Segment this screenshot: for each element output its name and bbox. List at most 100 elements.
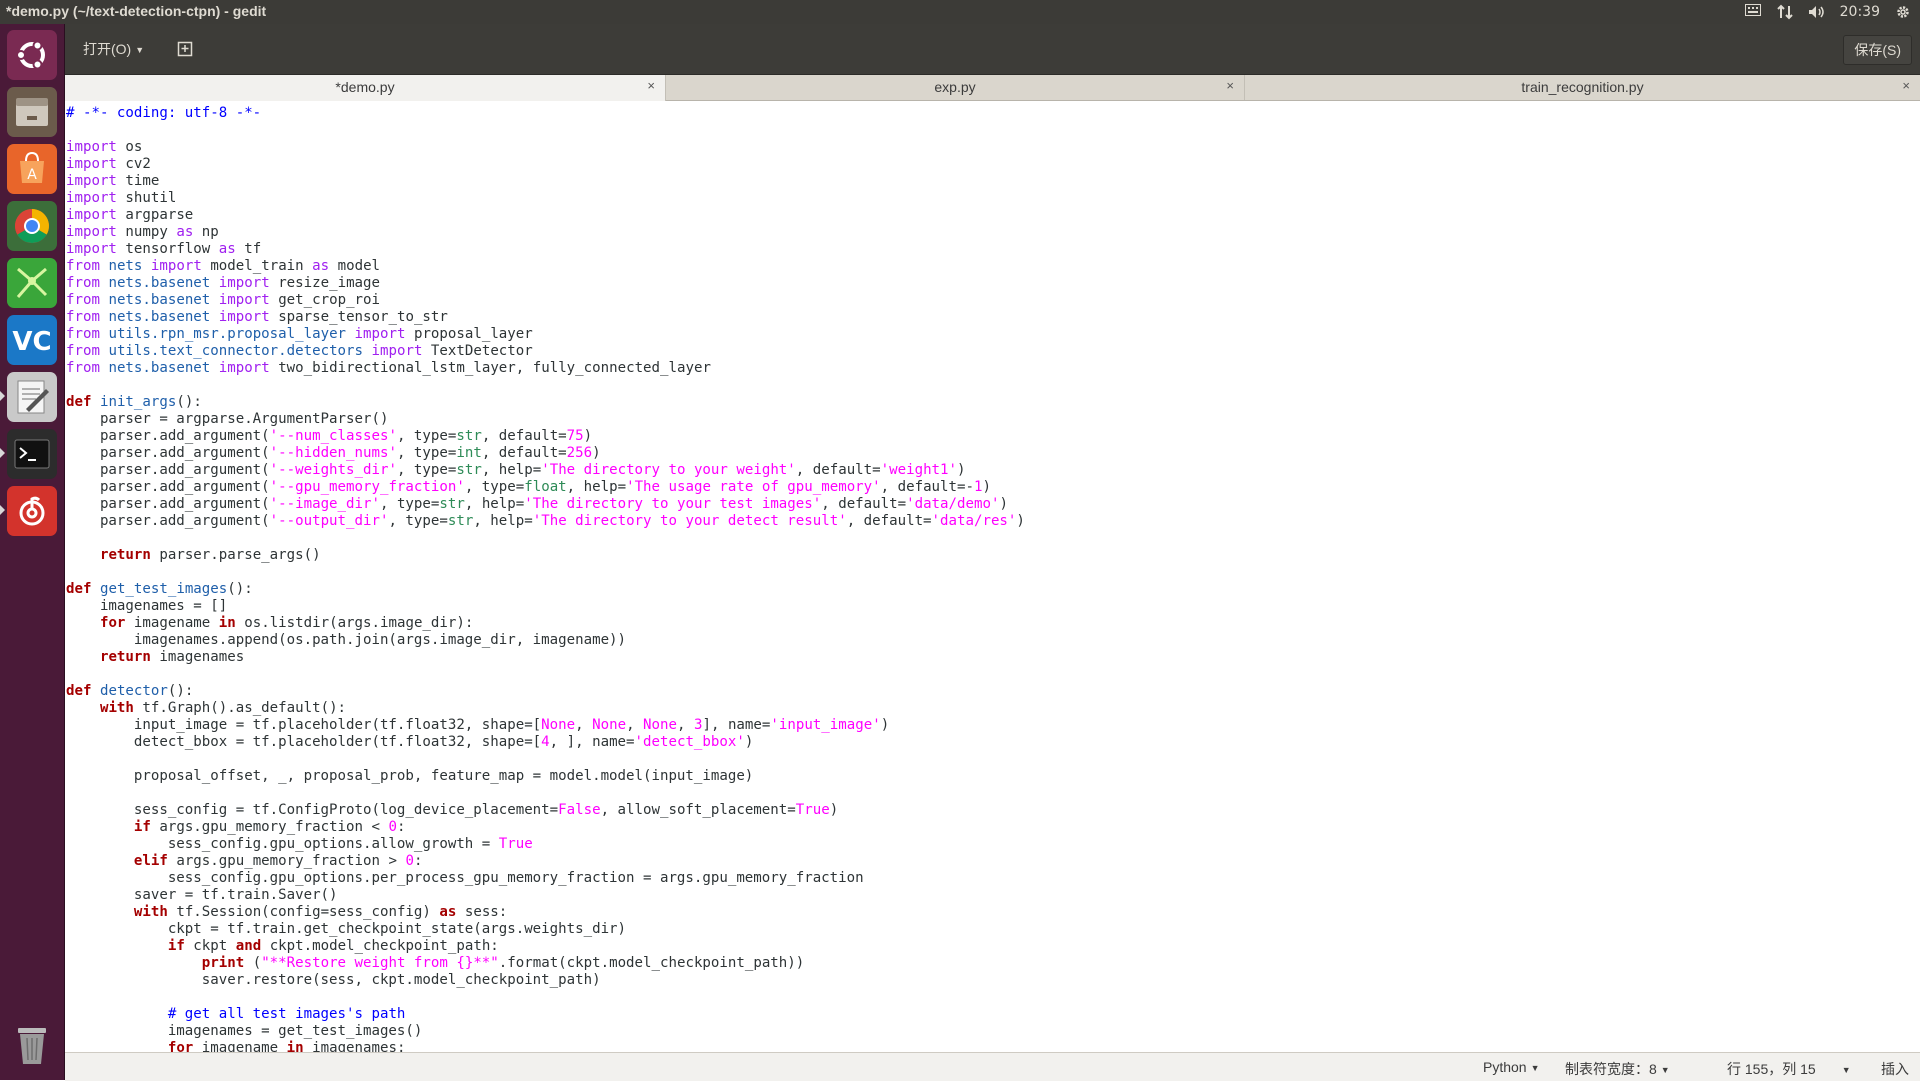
code-line[interactable]: elif args.gpu_memory_fraction > 0: bbox=[66, 853, 423, 869]
trash-icon[interactable] bbox=[7, 1019, 57, 1069]
code-line[interactable]: parser.add_argument('--num_classes', typ… bbox=[66, 428, 592, 444]
save-button[interactable]: 保存(S) bbox=[1843, 35, 1912, 65]
netease-music-icon[interactable] bbox=[7, 486, 57, 536]
launcher: A VC bbox=[0, 24, 65, 1080]
code-line[interactable]: for imagename in imagenames: bbox=[66, 1040, 406, 1052]
chrome-icon[interactable] bbox=[7, 201, 57, 251]
text-editor-icon[interactable] bbox=[7, 372, 57, 422]
svg-text:VC: VC bbox=[12, 327, 51, 357]
code-editor[interactable]: # -*- coding: utf-8 -*- import os import… bbox=[65, 101, 1920, 1052]
code-line[interactable]: from nets.basenet import get_crop_roi bbox=[66, 292, 380, 308]
tab-width-selector[interactable]: 制表符宽度：8 ▼ bbox=[1565, 1059, 1670, 1079]
terminal-icon[interactable] bbox=[7, 429, 57, 479]
code-line[interactable]: import cv2 bbox=[66, 156, 151, 172]
system-gear-icon[interactable] bbox=[1894, 4, 1912, 20]
chevron-down-icon: ▼ bbox=[135, 45, 145, 56]
xmind-icon[interactable] bbox=[7, 258, 57, 308]
files-icon[interactable] bbox=[7, 87, 57, 137]
code-line[interactable]: # -*- coding: utf-8 -*- bbox=[66, 105, 261, 121]
code-line[interactable]: parser.add_argument('--gpu_memory_fracti… bbox=[66, 479, 991, 495]
code-line[interactable]: imagenames = [] bbox=[66, 598, 227, 614]
header-bar: 打开(O) ▼ 保存(S) bbox=[65, 24, 1920, 75]
running-indicator bbox=[0, 391, 5, 401]
running-indicator bbox=[0, 448, 5, 458]
code-text[interactable]: # -*- coding: utf-8 -*- import os import… bbox=[65, 101, 1920, 1052]
top-panel: *demo.py (~/text-detection-ctpn) - gedit… bbox=[0, 0, 1920, 24]
code-line[interactable]: import tensorflow as tf bbox=[66, 241, 261, 257]
code-line[interactable]: import numpy as np bbox=[66, 224, 219, 240]
code-line[interactable]: input_image = tf.placeholder(tf.float32,… bbox=[66, 717, 889, 733]
ubuntu-dash-icon[interactable] bbox=[7, 30, 57, 80]
chevron-down-icon: ▼ bbox=[1530, 1063, 1540, 1074]
code-line[interactable]: with tf.Session(config=sess_config) as s… bbox=[66, 904, 507, 920]
code-line[interactable]: proposal_offset, _, proposal_prob, featu… bbox=[66, 768, 753, 784]
code-line[interactable]: import os bbox=[66, 139, 142, 155]
code-line[interactable]: from nets.basenet import sparse_tensor_t… bbox=[66, 309, 448, 325]
open-button-label: 打开(O) bbox=[83, 41, 132, 57]
code-line[interactable]: saver.restore(sess, ckpt.model_checkpoin… bbox=[66, 972, 601, 988]
tab-label: *demo.py bbox=[335, 79, 395, 95]
tab-label: exp.py bbox=[934, 79, 976, 95]
code-line[interactable]: import shutil bbox=[66, 190, 176, 206]
close-icon[interactable]: × bbox=[1226, 78, 1234, 93]
language-label: Python bbox=[1483, 1059, 1527, 1075]
tab-width-label: 制表符宽度：8 bbox=[1565, 1061, 1657, 1077]
insert-mode[interactable]: 插入 bbox=[1881, 1059, 1909, 1079]
code-line[interactable]: from nets.basenet import resize_image bbox=[66, 275, 380, 291]
code-line[interactable]: from utils.rpn_msr.proposal_layer import… bbox=[66, 326, 533, 342]
code-line[interactable]: return parser.parse_args() bbox=[66, 547, 321, 563]
code-line[interactable]: # get all test images's path bbox=[66, 1006, 406, 1022]
code-line[interactable]: imagenames = get_test_images() bbox=[66, 1023, 423, 1039]
code-line[interactable]: parser.add_argument('--image_dir', type=… bbox=[66, 496, 1008, 512]
clock[interactable]: 20:39 bbox=[1840, 4, 1880, 20]
code-line[interactable]: with tf.Graph().as_default(): bbox=[66, 700, 346, 716]
code-line[interactable]: for imagename in os.listdir(args.image_d… bbox=[66, 615, 473, 631]
tab-demo-py[interactable]: *demo.py × bbox=[65, 75, 666, 101]
tab-exp-py[interactable]: exp.py × bbox=[666, 75, 1245, 100]
language-selector[interactable]: Python ▼ bbox=[1483, 1059, 1540, 1075]
new-document-button[interactable] bbox=[171, 35, 199, 63]
code-line[interactable]: from utils.text_connector.detectors impo… bbox=[66, 343, 533, 359]
code-line[interactable]: parser.add_argument('--hidden_nums', typ… bbox=[66, 445, 601, 461]
code-line[interactable]: def get_test_images(): bbox=[66, 581, 253, 597]
status-bar: Python ▼ 制表符宽度：8 ▼ 行 155，列 15 ▼ 插入 bbox=[65, 1052, 1920, 1081]
code-line[interactable]: print ("**Restore weight from {}**".form… bbox=[66, 955, 804, 971]
open-button[interactable]: 打开(O) ▼ bbox=[73, 35, 154, 63]
code-line[interactable]: if ckpt and ckpt.model_checkpoint_path: bbox=[66, 938, 499, 954]
code-line[interactable]: parser = argparse.ArgumentParser() bbox=[66, 411, 389, 427]
code-line[interactable]: parser.add_argument('--weights_dir', typ… bbox=[66, 462, 966, 478]
code-line[interactable]: ckpt = tf.train.get_checkpoint_state(arg… bbox=[66, 921, 626, 937]
indicator-area: 20:39 bbox=[1744, 2, 1912, 22]
svg-text:A: A bbox=[27, 167, 37, 183]
network-icon[interactable] bbox=[1776, 4, 1794, 20]
code-line[interactable]: import argparse bbox=[66, 207, 193, 223]
code-line[interactable]: import time bbox=[66, 173, 159, 189]
close-icon[interactable]: × bbox=[647, 78, 655, 93]
software-center-icon[interactable]: A bbox=[7, 144, 57, 194]
window-title: *demo.py (~/text-detection-ctpn) - gedit bbox=[6, 3, 267, 19]
volume-icon[interactable] bbox=[1808, 4, 1826, 20]
chevron-down-icon: ▼ bbox=[1660, 1065, 1670, 1076]
tab-bar: *demo.py × exp.py × train_recognition.py… bbox=[65, 75, 1920, 101]
close-icon[interactable]: × bbox=[1902, 78, 1910, 93]
code-line[interactable]: imagenames.append(os.path.join(args.imag… bbox=[66, 632, 626, 648]
keyboard-icon[interactable] bbox=[1744, 4, 1762, 20]
new-document-icon bbox=[177, 41, 193, 57]
code-line[interactable]: return imagenames bbox=[66, 649, 244, 665]
code-line[interactable]: sess_config.gpu_options.allow_growth = T… bbox=[66, 836, 533, 852]
code-line[interactable]: sess_config.gpu_options.per_process_gpu_… bbox=[66, 870, 864, 886]
tab-label: train_recognition.py bbox=[1521, 79, 1644, 95]
code-line[interactable]: def detector(): bbox=[66, 683, 193, 699]
code-line[interactable]: saver = tf.train.Saver() bbox=[66, 887, 338, 903]
code-line[interactable]: parser.add_argument('--output_dir', type… bbox=[66, 513, 1025, 529]
cursor-position[interactable]: 行 155，列 15 ▼ bbox=[1727, 1059, 1851, 1079]
vscode-icon[interactable]: VC bbox=[7, 315, 57, 365]
code-line[interactable]: if args.gpu_memory_fraction < 0: bbox=[66, 819, 406, 835]
code-line[interactable]: sess_config = tf.ConfigProto(log_device_… bbox=[66, 802, 838, 818]
chevron-down-icon: ▼ bbox=[1841, 1065, 1851, 1076]
tab-train-recognition-py[interactable]: train_recognition.py × bbox=[1245, 75, 1920, 100]
code-line[interactable]: from nets import model_train as model bbox=[66, 258, 380, 274]
code-line[interactable]: from nets.basenet import two_bidirection… bbox=[66, 360, 711, 376]
code-line[interactable]: def init_args(): bbox=[66, 394, 202, 410]
code-line[interactable]: detect_bbox = tf.placeholder(tf.float32,… bbox=[66, 734, 753, 750]
